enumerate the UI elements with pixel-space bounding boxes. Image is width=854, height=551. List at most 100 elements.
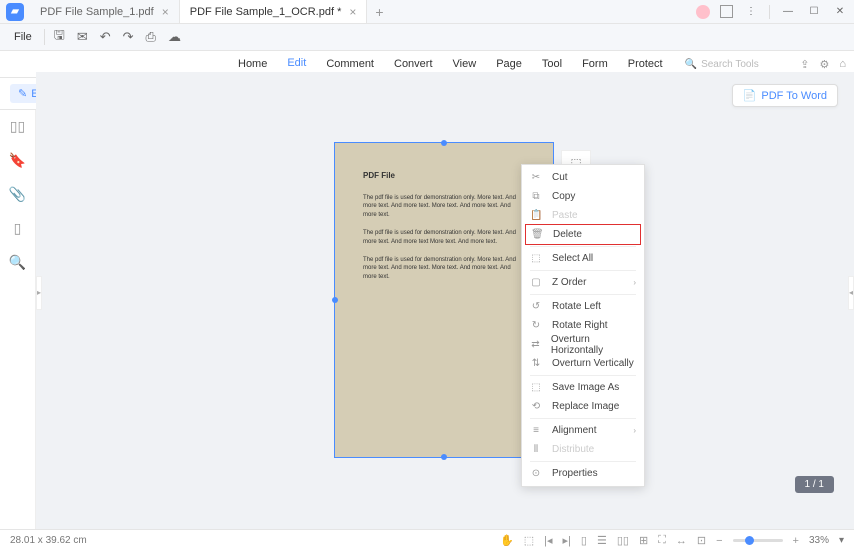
thumbnails-icon[interactable]: ▯▯ (10, 118, 26, 134)
print-icon[interactable]: ⎙ (143, 29, 159, 45)
view-double-icon[interactable]: ▯▯ (617, 534, 629, 547)
zoom-thumb[interactable] (745, 536, 754, 545)
home-icon[interactable]: ⌂ (839, 58, 846, 71)
view-double-cont-icon[interactable]: ⊞ (639, 534, 648, 547)
rotate-left-icon: ↺ (530, 301, 542, 312)
layers-icon: ▢ (530, 277, 542, 288)
rotate-right-icon: ↻ (530, 320, 542, 331)
close-icon[interactable]: × (349, 5, 356, 19)
bookmarks-icon[interactable]: 🔖 (10, 152, 26, 168)
delete-icon: 🗑 (531, 229, 543, 240)
ctx-rotate-left[interactable]: ↺Rotate Left (522, 297, 644, 316)
ctx-properties[interactable]: ⊙Properties (522, 464, 644, 483)
status-bar: 28.01 x 39.62 cm ✋ ⬚ |◂ ▸| ▯ ☰ ▯▯ ⊞ ⛶ ↔ … (0, 529, 854, 551)
context-menu: ✂Cut ⧉Copy 📋Paste 🗑Delete ⬚Select All ▢Z… (521, 164, 645, 487)
ctx-cut[interactable]: ✂Cut (522, 168, 644, 187)
doc-paragraph: The pdf file is used for demonstration o… (363, 194, 525, 219)
more-icon[interactable]: ⋮ (743, 4, 759, 20)
ctx-overturn-v[interactable]: ⇅Overturn Vertically (522, 354, 644, 373)
minimize-button[interactable]: — (780, 4, 796, 20)
ctx-alignment[interactable]: ≡Alignment› (522, 421, 644, 440)
zoom-out-icon[interactable]: − (716, 535, 722, 547)
ctx-select-all[interactable]: ⬚Select All (522, 249, 644, 268)
page-size: 28.01 x 39.62 cm (10, 535, 87, 546)
tab-label: PDF File Sample_1_OCR.pdf * (190, 6, 342, 18)
nav-prev-icon[interactable]: |◂ (544, 534, 552, 547)
doc-paragraph: The pdf file is used for demonstration o… (363, 256, 525, 281)
titlebar: ▰ PDF File Sample_1.pdf × PDF File Sampl… (0, 0, 854, 24)
replace-icon: ⟲ (530, 401, 542, 412)
ctx-rotate-right[interactable]: ↻Rotate Right (522, 316, 644, 335)
canvas-area: 📄 PDF To Word PDF File The pdf file is u… (36, 72, 854, 529)
ctx-copy[interactable]: ⧉Copy (522, 187, 644, 206)
file-toolbar: File 🖫 ✉ ↶ ↷ ⎙ ☁ (0, 24, 854, 50)
select-all-icon: ⬚ (530, 253, 542, 264)
settings-icon[interactable]: ⚙ (819, 58, 829, 71)
gear-icon: ⊙ (530, 468, 542, 479)
ctx-paste: 📋Paste (522, 206, 644, 225)
view-cont-icon[interactable]: ☰ (597, 534, 607, 547)
file-menu[interactable]: File (8, 31, 38, 43)
tab-file-1[interactable]: PDF File Sample_1.pdf × (30, 0, 180, 23)
pencil-icon: ✎ (18, 87, 27, 100)
page-indicator: 1 / 1 (795, 476, 834, 493)
zoom-in-icon[interactable]: + (793, 535, 799, 547)
ctx-overturn-h[interactable]: ⇄Overturn Horizontally (522, 335, 644, 354)
resize-handle-s[interactable] (441, 454, 447, 460)
search-tools[interactable]: 🔍 Search Tools (685, 59, 759, 70)
mail-icon[interactable]: ✉ (74, 29, 91, 45)
hand-tool-icon[interactable]: ✋ (500, 534, 514, 547)
app-icon: ▰ (6, 3, 24, 21)
doc-title: PDF File (363, 171, 525, 180)
ctx-save-image[interactable]: ⬚Save Image As (522, 378, 644, 397)
distribute-icon: ⫴ (530, 444, 542, 455)
ctx-replace-image[interactable]: ⟲Replace Image (522, 397, 644, 416)
fullscreen-icon[interactable]: ⛶ (658, 534, 666, 547)
tab-file-2[interactable]: PDF File Sample_1_OCR.pdf * × (180, 0, 368, 23)
save-icon[interactable]: 🖫 (51, 26, 68, 48)
layers-icon[interactable]: ▯ (10, 220, 26, 236)
zoom-slider[interactable] (733, 539, 783, 542)
doc-paragraph: The pdf file is used for demonstration o… (363, 229, 525, 246)
search-side-icon[interactable]: 🔍 (10, 254, 26, 270)
paste-icon: 📋 (530, 210, 542, 221)
flip-h-icon: ⇄ (530, 339, 541, 350)
copy-icon: ⧉ (530, 191, 542, 202)
align-icon: ≡ (530, 425, 542, 436)
ctx-delete[interactable]: 🗑Delete (525, 224, 641, 245)
ctx-z-order[interactable]: ▢Z Order› (522, 273, 644, 292)
fit-page-icon[interactable]: ⊡ (697, 534, 706, 547)
tab-label: PDF File Sample_1.pdf (40, 6, 154, 18)
share-icon[interactable]: ⇪ (800, 58, 809, 71)
select-tool-icon[interactable]: ⬚ (524, 534, 534, 547)
resize-handle-w[interactable] (332, 297, 338, 303)
chevron-right-icon: › (633, 278, 636, 287)
popout-icon[interactable] (720, 5, 733, 18)
left-sidebar: ▯▯ 🔖 📎 ▯ 🔍 (0, 110, 36, 529)
resize-handle-n[interactable] (441, 140, 447, 146)
ctx-distribute: ⫴Distribute (522, 440, 644, 459)
cloud-icon[interactable]: ☁ (165, 29, 184, 45)
chevron-down-icon[interactable]: ▾ (839, 535, 844, 546)
redo-icon[interactable]: ↷ (120, 29, 137, 45)
zoom-value[interactable]: 33% (809, 535, 829, 546)
pdf-to-word-label: PDF To Word (761, 90, 827, 102)
theme-icon[interactable] (696, 5, 710, 19)
search-label: Search Tools (701, 59, 759, 70)
pdf-to-word-button[interactable]: 📄 PDF To Word (732, 84, 838, 107)
attachments-icon[interactable]: 📎 (10, 186, 26, 202)
close-button[interactable]: ✕ (832, 4, 848, 20)
expand-left-handle[interactable]: ▸ (36, 276, 42, 310)
expand-right-handle[interactable]: ◂ (848, 276, 854, 310)
close-icon[interactable]: × (162, 5, 169, 19)
add-tab-button[interactable]: + (367, 4, 391, 20)
fit-width-icon[interactable]: ↔ (676, 535, 687, 547)
search-icon: 🔍 (685, 59, 697, 70)
nav-next-icon[interactable]: ▸| (563, 534, 571, 547)
flip-v-icon: ⇅ (530, 358, 542, 369)
undo-icon[interactable]: ↶ (97, 29, 114, 45)
word-icon: 📄 (743, 89, 757, 102)
maximize-button[interactable]: ☐ (806, 4, 822, 20)
save-icon: ⬚ (530, 382, 542, 393)
view-single-icon[interactable]: ▯ (581, 534, 587, 547)
